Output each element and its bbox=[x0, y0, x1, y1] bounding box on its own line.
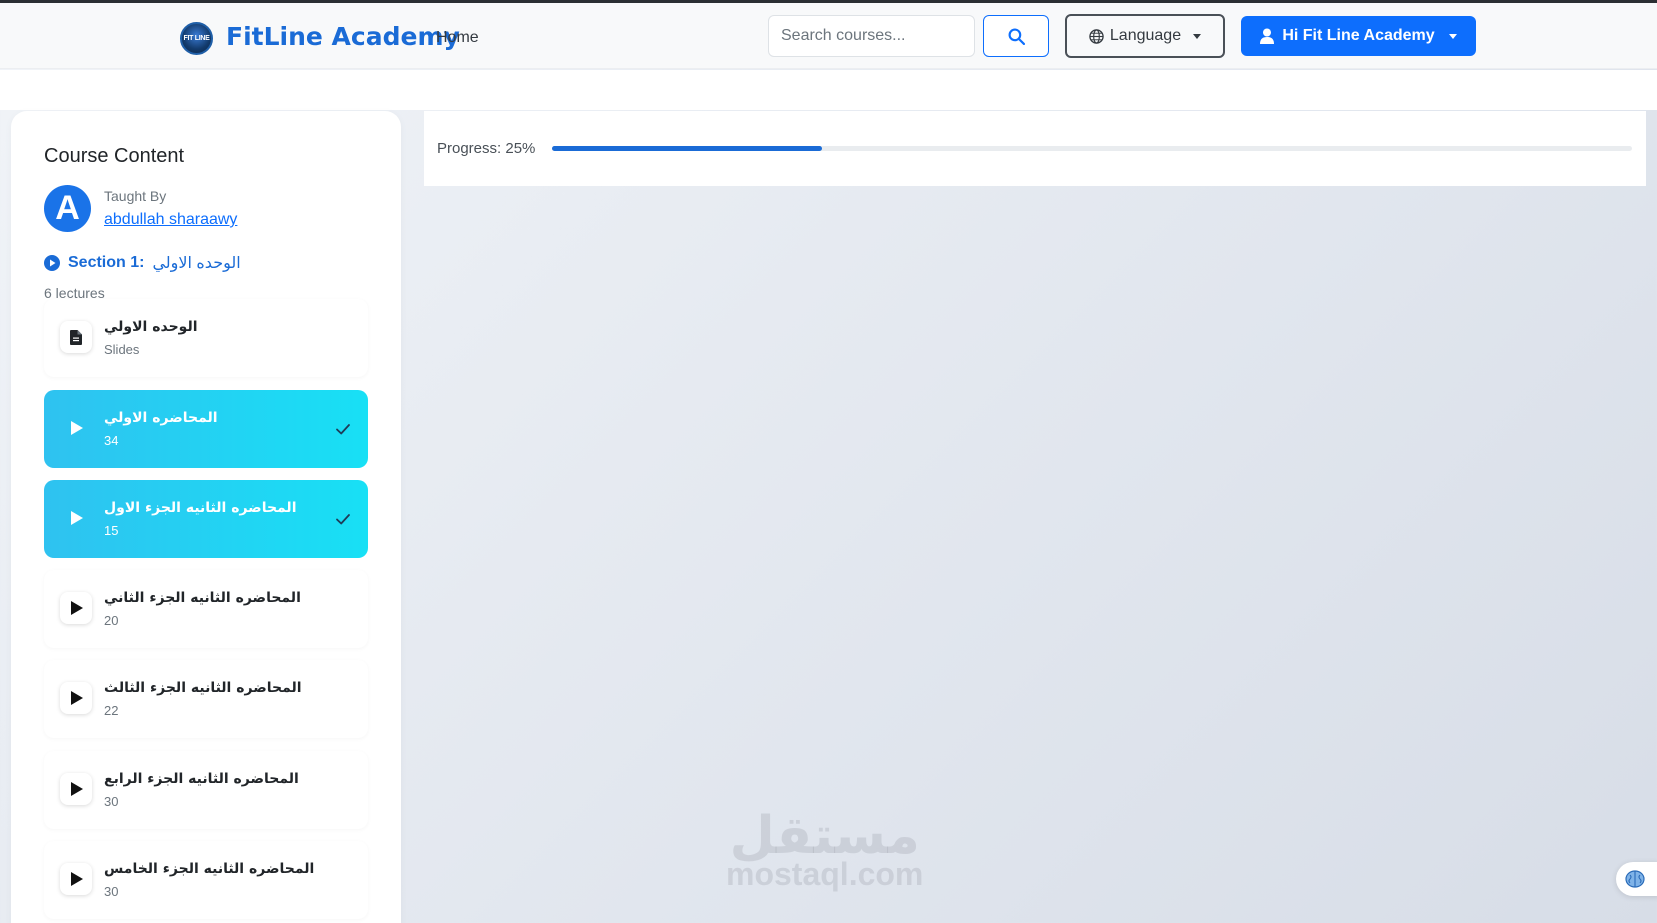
chevron-down-icon bbox=[1193, 33, 1202, 39]
play-icon bbox=[60, 592, 92, 624]
section-name: الوحده الاولي bbox=[152, 255, 241, 272]
teacher-link[interactable]: abdullah sharaawy bbox=[104, 211, 237, 229]
lecture-title: المحاضره الثانيه الجزء الثالث bbox=[104, 680, 302, 696]
language-dropdown[interactable]: Language bbox=[1065, 14, 1225, 58]
search-icon bbox=[1008, 28, 1025, 45]
user-menu-button[interactable]: Hi Fit Line Academy bbox=[1241, 16, 1476, 56]
play-icon bbox=[60, 412, 92, 444]
lecture-title: المحاضره الثانيه الجزء الاول bbox=[104, 500, 297, 516]
progress-bar bbox=[552, 146, 1632, 151]
language-label: Language bbox=[1109, 27, 1182, 44]
play-icon bbox=[60, 682, 92, 714]
search-input[interactable] bbox=[768, 15, 975, 57]
taught-by-label: Taught By bbox=[104, 188, 167, 204]
play-circle-icon bbox=[44, 255, 60, 271]
lecture-item[interactable]: المحاضره الاولي 34 bbox=[44, 390, 368, 468]
search-button[interactable] bbox=[983, 15, 1049, 57]
floating-assistant-button[interactable] bbox=[1616, 862, 1657, 896]
sub-header-bar bbox=[0, 70, 1657, 110]
play-icon bbox=[60, 502, 92, 534]
globe-icon bbox=[1089, 28, 1104, 44]
file-icon bbox=[60, 321, 92, 353]
lecture-meta: Slides bbox=[104, 342, 140, 357]
check-icon bbox=[336, 514, 350, 525]
progress-panel: Progress: 25% bbox=[424, 111, 1646, 186]
lecture-item[interactable]: المحاضره الثانيه الجزء الخامس 30 bbox=[44, 841, 368, 919]
watermark-latin: mostaql.com bbox=[726, 856, 924, 892]
user-icon bbox=[1260, 28, 1275, 44]
progress-label: Progress: 25% bbox=[437, 140, 536, 157]
lecture-meta: 15 bbox=[104, 523, 119, 538]
play-icon bbox=[60, 773, 92, 805]
lecture-item[interactable]: المحاضره الثانيه الجزء الرابع 30 bbox=[44, 751, 368, 829]
course-content-sidebar: Course Content A Taught By abdullah shar… bbox=[11, 111, 401, 923]
progress-bar-fill bbox=[552, 146, 822, 151]
play-icon bbox=[60, 863, 92, 895]
lecture-meta: 30 bbox=[104, 794, 119, 809]
brain-icon bbox=[1625, 870, 1645, 888]
user-greeting: Hi Fit Line Academy bbox=[1282, 27, 1435, 44]
lecture-meta: 20 bbox=[104, 613, 119, 628]
watermark: مستقل mostaql.com bbox=[726, 810, 923, 890]
lecture-title: المحاضره الثانيه الجزء الرابع bbox=[104, 771, 299, 787]
lecture-item[interactable]: المحاضره الثانيه الجزء الاول 15 bbox=[44, 480, 368, 558]
lecture-title: المحاضره الاولي bbox=[104, 410, 218, 426]
lecture-title: المحاضره الثانيه الجزء الثاني bbox=[104, 590, 301, 606]
brand-name[interactable]: FitLine Academy bbox=[226, 22, 460, 51]
lecture-meta: 30 bbox=[104, 884, 119, 899]
lecture-meta: 22 bbox=[104, 703, 119, 718]
check-icon bbox=[336, 424, 350, 435]
section-header[interactable]: Section 1: الوحده الاولي bbox=[44, 253, 241, 273]
lecture-title: الوحده الاولي bbox=[104, 319, 198, 335]
brand-logo[interactable]: FIT LINE bbox=[180, 22, 213, 55]
lecture-item[interactable]: المحاضره الثانيه الجزء الثالث 22 bbox=[44, 660, 368, 738]
navbar: FIT LINE FitLine Academy Home Language H… bbox=[0, 3, 1657, 69]
chevron-down-icon bbox=[1448, 33, 1457, 39]
lecture-title: المحاضره الثانيه الجزء الخامس bbox=[104, 861, 315, 877]
avatar: A bbox=[44, 185, 91, 232]
course-content-title: Course Content bbox=[44, 145, 185, 167]
section-number: Section 1: bbox=[68, 254, 145, 271]
nav-home-link[interactable]: Home bbox=[436, 29, 479, 47]
lecture-item[interactable]: الوحده الاولي Slides bbox=[44, 299, 368, 377]
lecture-item[interactable]: المحاضره الثانيه الجزء الثاني 20 bbox=[44, 570, 368, 648]
lecture-meta: 34 bbox=[104, 433, 119, 448]
watermark-arabic: مستقل bbox=[729, 806, 920, 866]
